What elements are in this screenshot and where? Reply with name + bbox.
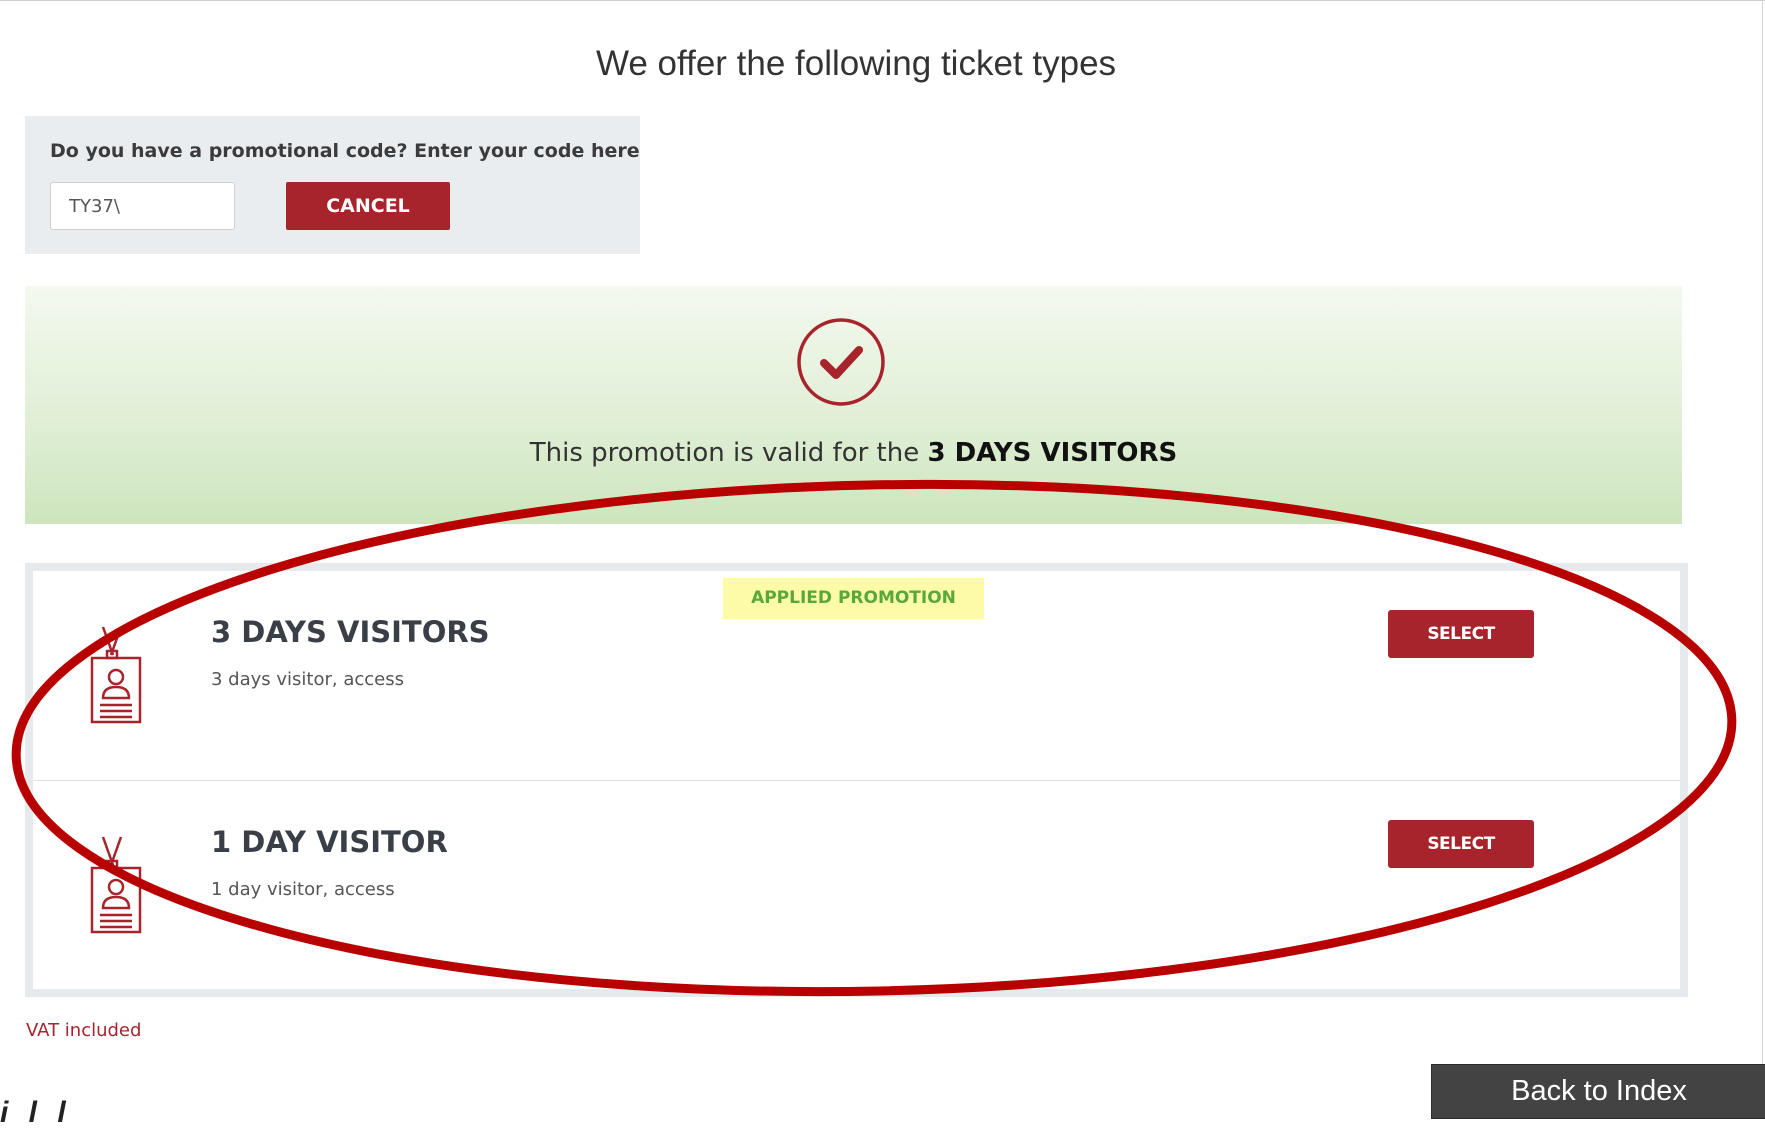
frame-top-border bbox=[0, 0, 1765, 1]
select-button-1-day[interactable]: SELECT bbox=[1388, 820, 1534, 868]
applied-promotion-badge: APPLIED PROMOTION bbox=[723, 578, 984, 619]
ticket-row-3-days: 3 DAYS VISITORS 3 days visitor, access A… bbox=[33, 571, 1680, 781]
promotion-valid-message: This promotion is valid for the 3 DAYS V… bbox=[25, 438, 1682, 468]
ticket-description: 1 day visitor, access bbox=[211, 879, 395, 900]
ticket-description: 3 days visitor, access bbox=[211, 669, 404, 690]
promo-code-box: Do you have a promotional code? Enter yo… bbox=[25, 116, 640, 254]
select-button-3-days[interactable]: SELECT bbox=[1388, 610, 1534, 658]
back-to-index-button[interactable]: Back to Index bbox=[1431, 1064, 1765, 1119]
ticket-list: 3 DAYS VISITORS 3 days visitor, access A… bbox=[25, 563, 1688, 997]
check-circle-icon bbox=[797, 318, 885, 406]
vat-note: VAT included bbox=[26, 1020, 142, 1041]
cancel-button[interactable]: CANCEL bbox=[286, 182, 450, 230]
frame-right-border bbox=[1762, 0, 1763, 1117]
promotion-ticket-name: 3 DAYS VISITORS bbox=[927, 438, 1178, 468]
ticket-name: 1 DAY VISITOR bbox=[211, 825, 448, 859]
page-title: We offer the following ticket types bbox=[595, 44, 1117, 83]
promo-code-input[interactable] bbox=[50, 182, 235, 230]
ticket-row-1-day: 1 DAY VISITOR 1 day visitor, access SELE… bbox=[33, 781, 1680, 990]
promotion-success-panel: This promotion is valid for the 3 DAYS V… bbox=[25, 286, 1682, 524]
cropped-text-fragment: i l l bbox=[0, 1096, 72, 1129]
id-badge-icon bbox=[90, 836, 142, 934]
promotion-message-prefix: This promotion is valid for the bbox=[529, 438, 928, 468]
ticket-name: 3 DAYS VISITORS bbox=[211, 615, 490, 649]
promo-code-label: Do you have a promotional code? Enter yo… bbox=[50, 140, 640, 162]
id-badge-icon bbox=[90, 626, 142, 724]
